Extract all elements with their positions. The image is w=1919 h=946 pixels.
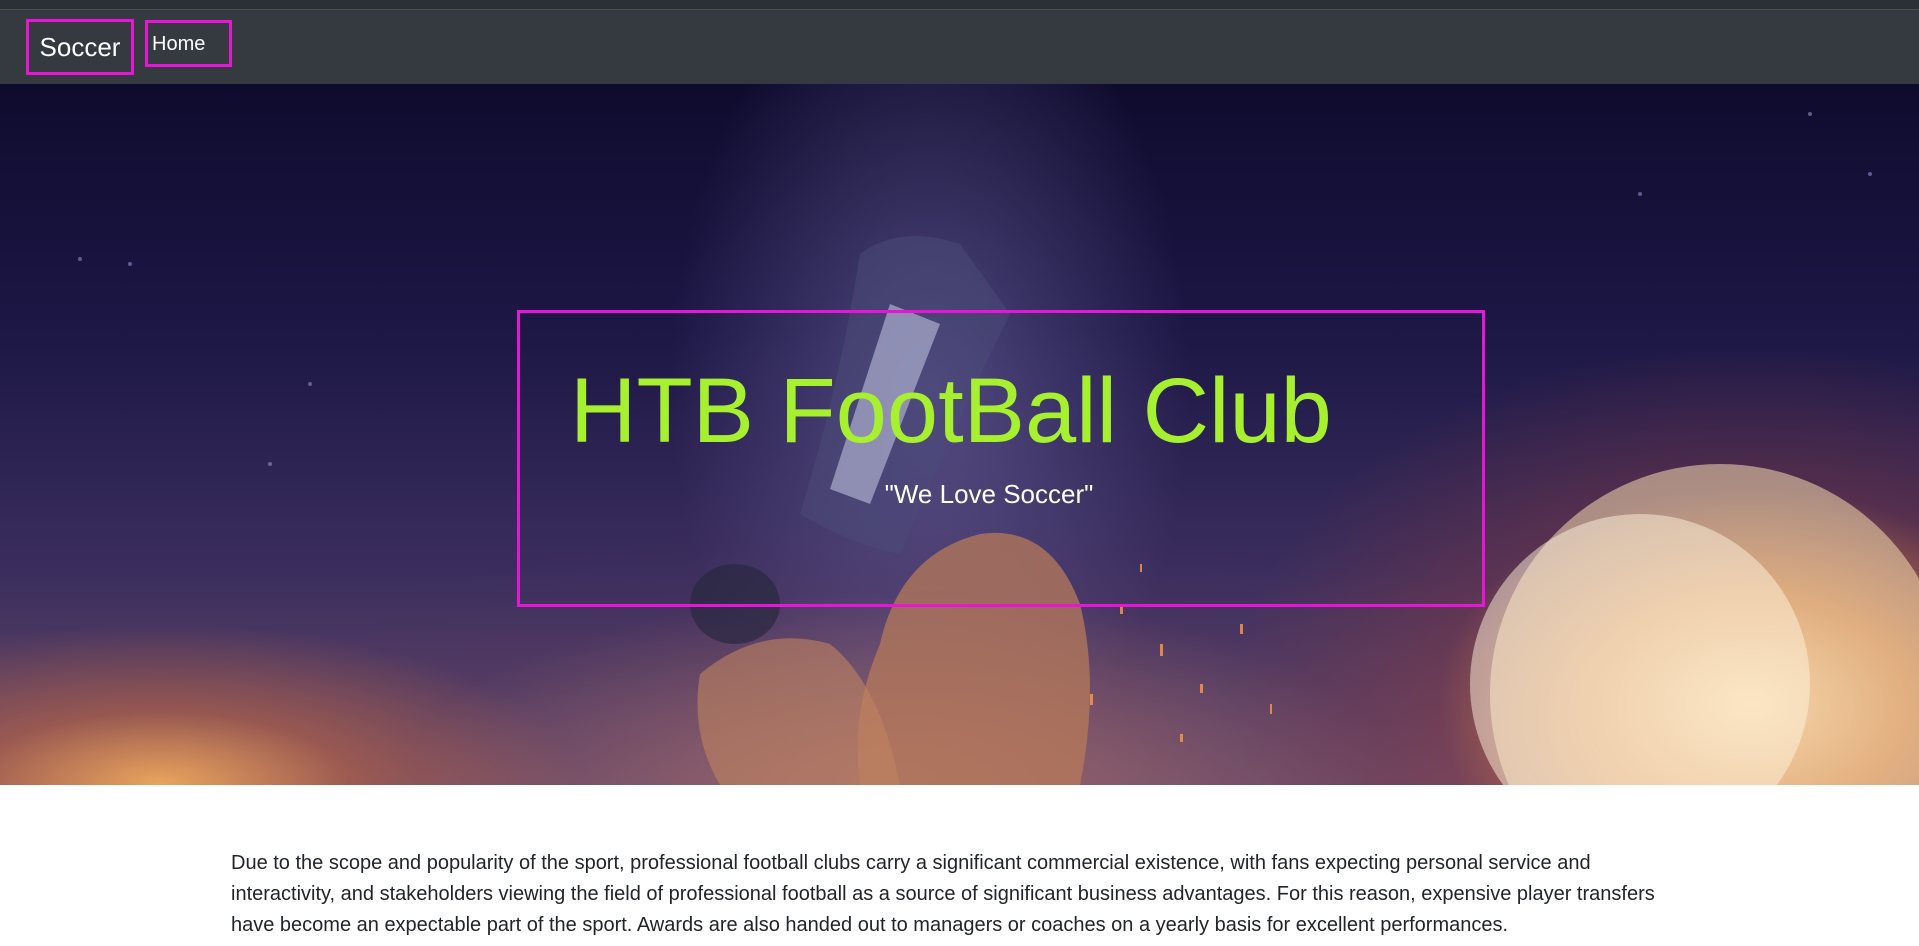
brand-link[interactable]: Soccer [26, 19, 134, 75]
browser-bookmarks-strip [0, 0, 1919, 10]
intro-paragraph: Due to the scope and popularity of the s… [231, 852, 1655, 936]
hero-title-box: HTB FootBall Club "We Love Soccer" [517, 310, 1485, 607]
hero-title: HTB FootBall Club [570, 360, 1332, 462]
nav-link-home[interactable]: Home [145, 20, 232, 67]
hero-subtitle: "We Love Soccer" [884, 479, 1094, 509]
hero-banner: HTB FootBall Club "We Love Soccer" [0, 84, 1919, 785]
navbar: Soccer Home [0, 10, 1919, 84]
